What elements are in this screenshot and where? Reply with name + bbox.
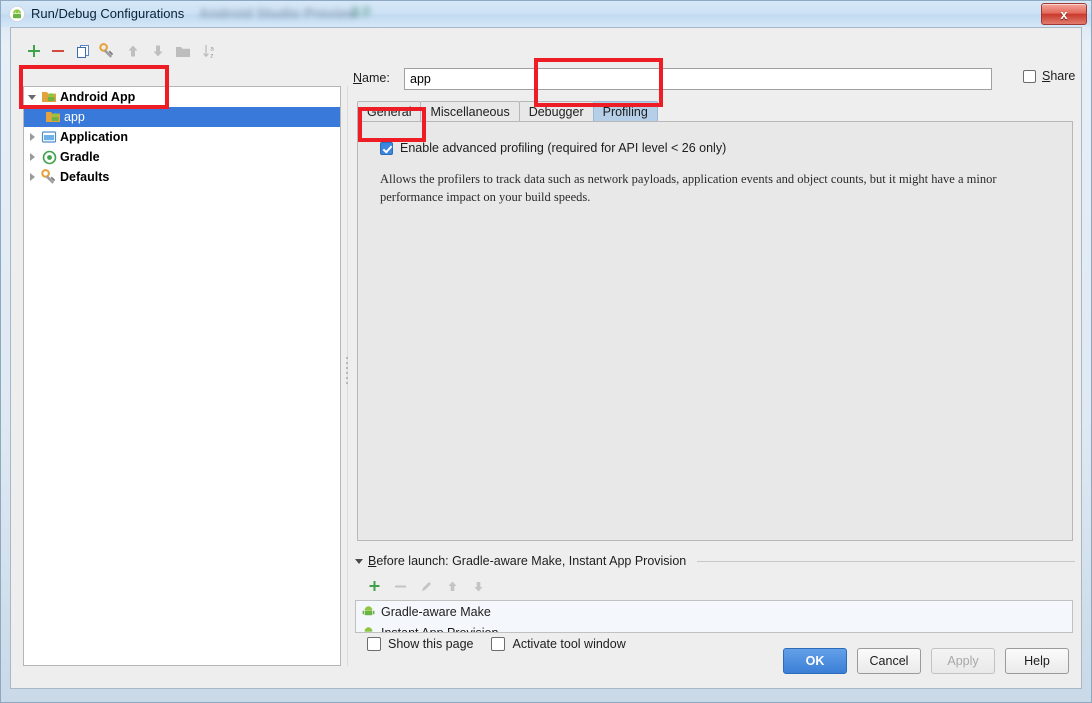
activate-tool-window-checkbox[interactable]: Activate tool window	[491, 637, 626, 651]
android-icon	[362, 605, 375, 618]
profiling-description: Allows the profilers to track data such …	[380, 172, 997, 204]
close-icon[interactable]: x	[1041, 3, 1087, 25]
before-launch-toolbar	[355, 575, 1075, 597]
tree-node-label: Defaults	[60, 170, 110, 184]
application-icon	[40, 129, 58, 145]
move-into-folder-button[interactable]	[172, 39, 194, 63]
chevron-right-icon[interactable]	[24, 153, 40, 161]
move-task-down-button	[469, 577, 487, 595]
svg-text:z: z	[210, 52, 213, 59]
share-checkbox[interactable]: Share	[1023, 69, 1075, 83]
move-down-button[interactable]	[147, 39, 169, 63]
title-bar: Android Studio Preview 3.0 Run/Debug Con…	[1, 1, 1091, 27]
tab-general[interactable]: General	[357, 101, 422, 122]
move-up-button[interactable]	[122, 39, 144, 63]
tree-node-label: Gradle	[60, 150, 100, 164]
gradle-icon	[40, 149, 58, 165]
dialog-window: Android Studio Preview 3.0 Run/Debug Con…	[0, 0, 1092, 703]
chevron-down-icon[interactable]	[24, 94, 40, 100]
remove-task-button	[391, 577, 409, 595]
cancel-button[interactable]: Cancel	[857, 648, 921, 674]
list-item[interactable]: Instant App Provision	[356, 622, 1072, 633]
copy-configuration-button[interactable]	[72, 39, 94, 63]
tree-node-application[interactable]: Application	[24, 127, 340, 147]
help-button[interactable]: Help	[1005, 648, 1069, 674]
chevron-right-icon[interactable]	[24, 173, 40, 181]
tree-node-app[interactable]: app	[24, 107, 340, 127]
tab-bar: General Miscellaneous Debugger Profiling	[357, 100, 658, 122]
enable-advanced-profiling-checkbox[interactable]: Enable advanced profiling (required for …	[380, 141, 726, 155]
activate-tool-window-box[interactable]	[491, 637, 506, 651]
name-input[interactable]	[404, 68, 992, 90]
tree-node-label: app	[64, 110, 85, 124]
window-title: Run/Debug Configurations	[31, 6, 185, 21]
share-checkbox-box[interactable]	[1023, 69, 1036, 83]
blurred-background-text-2: 3.0	[351, 3, 371, 19]
chevron-right-icon[interactable]	[24, 133, 40, 141]
section-divider	[697, 560, 1075, 562]
before-launch-section: Before launch: Gradle-aware Make, Instan…	[355, 553, 1075, 633]
name-label-rest: ame:	[362, 71, 390, 85]
splitter-handle[interactable]	[343, 348, 351, 392]
configurations-toolbar: a z	[23, 39, 343, 65]
sort-alphabetically-button[interactable]: a z	[199, 39, 221, 63]
tree-node-android-app[interactable]: Android App	[24, 87, 340, 107]
share-label-mnemonic: S	[1042, 69, 1051, 83]
enable-advanced-profiling-box[interactable]	[380, 141, 393, 155]
tab-miscellaneous[interactable]: Miscellaneous	[420, 101, 520, 122]
show-this-page-checkbox[interactable]: Show this page	[367, 637, 473, 651]
share-checkbox-label: Share	[1042, 69, 1076, 83]
list-item-label: Instant App Provision	[381, 625, 499, 633]
enable-advanced-profiling-label: Enable advanced profiling (required for …	[400, 141, 727, 155]
tree-node-gradle[interactable]: Gradle	[24, 147, 340, 167]
name-label: Name:	[353, 71, 390, 85]
name-label-mnemonic: N	[353, 71, 363, 85]
bottom-checkboxes: Show this page Activate tool window	[367, 637, 626, 651]
move-task-up-button	[443, 577, 461, 595]
tree-node-label: Application	[60, 130, 129, 144]
ok-button[interactable]: OK	[783, 648, 847, 674]
remove-configuration-button[interactable]	[47, 39, 69, 63]
before-launch-title: Before launch: Gradle-aware Make, Instan…	[368, 554, 686, 568]
apply-button: Apply	[931, 648, 995, 674]
dialog-button-bar: OK Cancel Apply Help	[783, 648, 1069, 674]
tree-node-label: Android App	[60, 90, 136, 104]
wrench-icon	[40, 169, 58, 185]
dialog-body: a z Android App app Application Gradle D…	[10, 27, 1082, 689]
profiling-tab-panel: Enable advanced profiling (required for …	[357, 121, 1073, 541]
add-configuration-button[interactable]	[23, 39, 45, 63]
activate-tool-window-label: Activate tool window	[512, 637, 626, 651]
android-icon	[362, 626, 375, 632]
tree-node-defaults[interactable]: Defaults	[24, 167, 340, 187]
list-item[interactable]: Gradle-aware Make	[356, 601, 1072, 622]
pencil-icon	[417, 577, 435, 595]
android-icon	[9, 6, 25, 22]
show-this-page-box[interactable]	[367, 637, 381, 651]
before-launch-header: Before launch: Gradle-aware Make, Instan…	[355, 553, 1075, 569]
add-task-button[interactable]	[365, 577, 383, 595]
edit-defaults-button[interactable]	[96, 39, 118, 63]
chevron-down-icon[interactable]	[355, 558, 363, 564]
tab-profiling[interactable]: Profiling	[592, 101, 658, 122]
configurations-tree[interactable]: Android App app Application Gradle Defau…	[23, 86, 341, 666]
android-app-icon	[44, 109, 62, 125]
android-app-icon	[40, 89, 58, 105]
before-launch-task-list[interactable]: Gradle-aware Make Instant App Provision	[355, 600, 1073, 633]
blurred-background-text-1: Android Studio Preview	[199, 5, 357, 21]
name-row: Name: Share	[353, 68, 1075, 90]
before-launch-title-rest: efore launch: Gradle-aware Make, Instant…	[376, 554, 687, 568]
tab-debugger[interactable]: Debugger	[518, 101, 594, 122]
list-item-label: Gradle-aware Make	[381, 604, 491, 619]
show-this-page-label: Show this page	[388, 637, 474, 651]
